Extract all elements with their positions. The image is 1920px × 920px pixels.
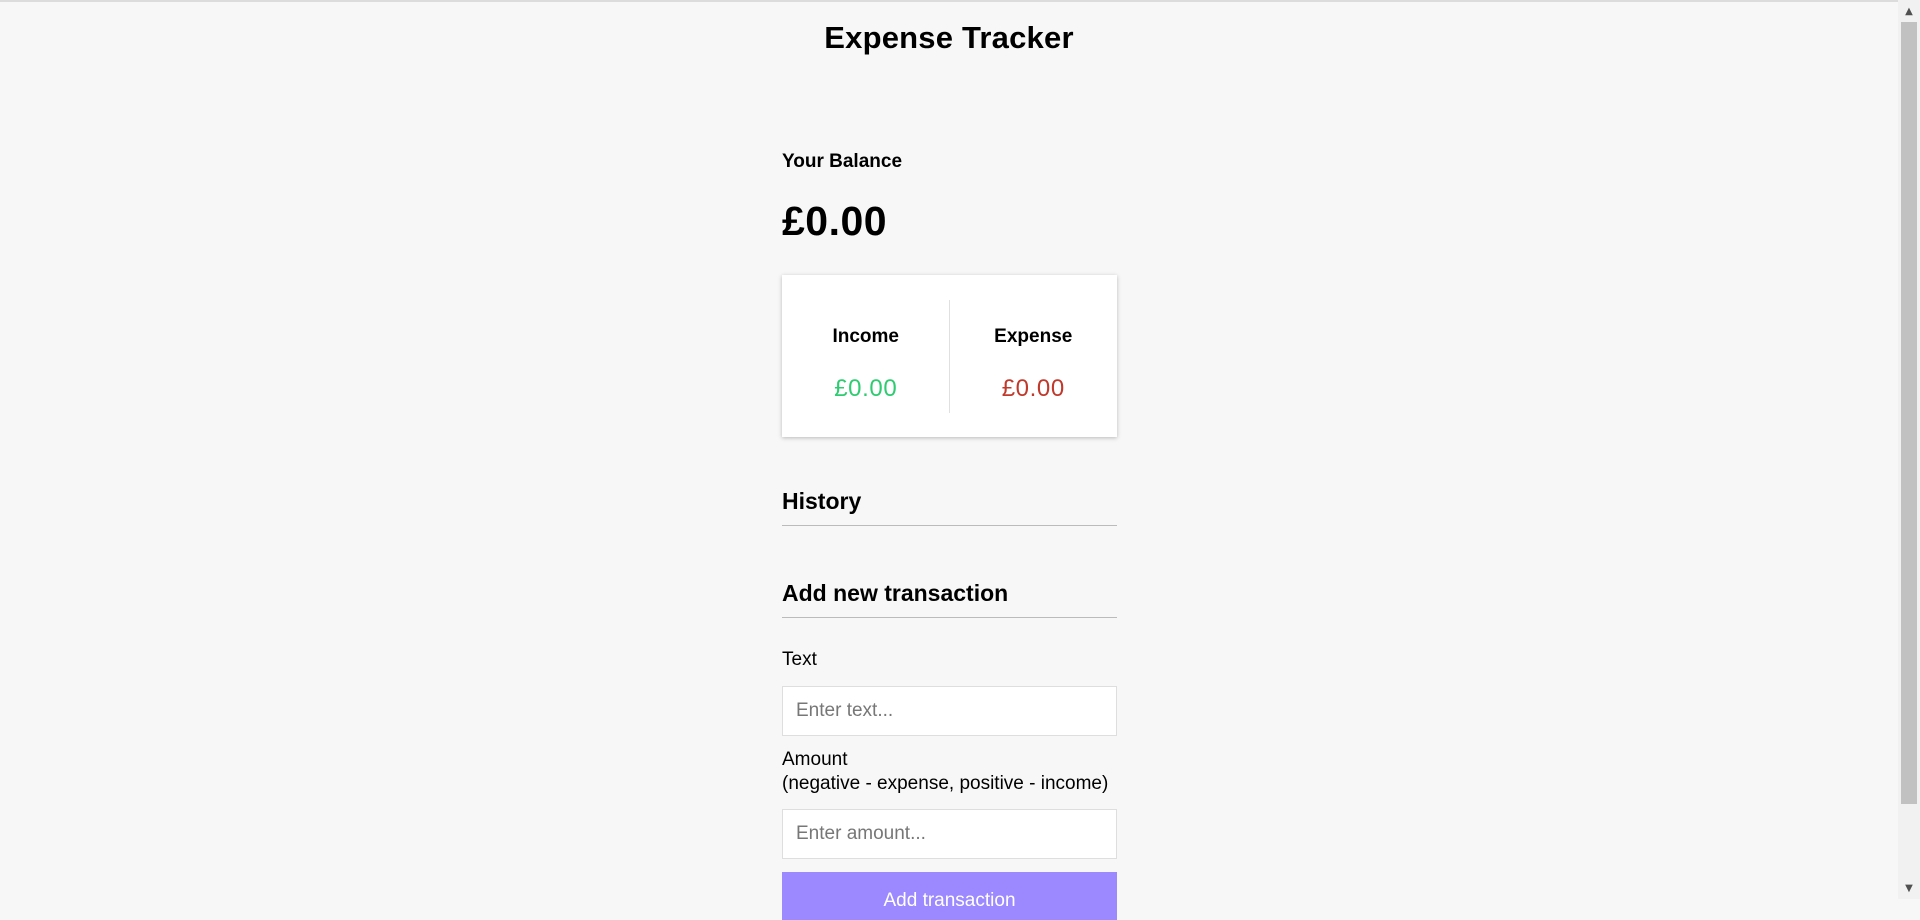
text-input[interactable] xyxy=(782,686,1117,736)
expense-value: £0.00 xyxy=(1001,375,1065,402)
amount-input[interactable] xyxy=(782,809,1117,859)
history-heading: History xyxy=(782,488,1117,526)
amount-hint-text: (negative - expense, positive - income) xyxy=(782,773,1109,794)
page: Expense Tracker Your Balance £0.00 Incom… xyxy=(0,0,1898,920)
income-value: £0.00 xyxy=(834,375,898,402)
expense-column: Expense £0.00 xyxy=(950,275,1118,437)
amount-label-text: Amount xyxy=(782,749,848,770)
balance-label: Your Balance xyxy=(782,151,903,172)
income-label: Income xyxy=(832,326,900,347)
text-field-label: Text xyxy=(782,649,817,670)
income-column: Income £0.00 xyxy=(782,275,950,437)
balance-value: £0.00 xyxy=(782,198,888,244)
triangle-down-icon[interactable]: ▼ xyxy=(1898,879,1920,899)
income-expense-card: Income £0.00 Expense £0.00 xyxy=(782,275,1117,437)
vertical-scrollbar[interactable]: ▲ ▼ xyxy=(1898,0,1920,899)
scrollbar-thumb[interactable] xyxy=(1901,22,1917,804)
app-title: Expense Tracker xyxy=(824,20,1074,55)
expense-label: Expense xyxy=(994,326,1073,347)
add-transaction-button[interactable]: Add transaction xyxy=(782,872,1117,920)
triangle-up-icon[interactable]: ▲ xyxy=(1898,2,1920,22)
add-transaction-heading: Add new transaction xyxy=(782,580,1117,618)
amount-field-label: Amount (negative - expense, positive - i… xyxy=(782,748,1108,796)
